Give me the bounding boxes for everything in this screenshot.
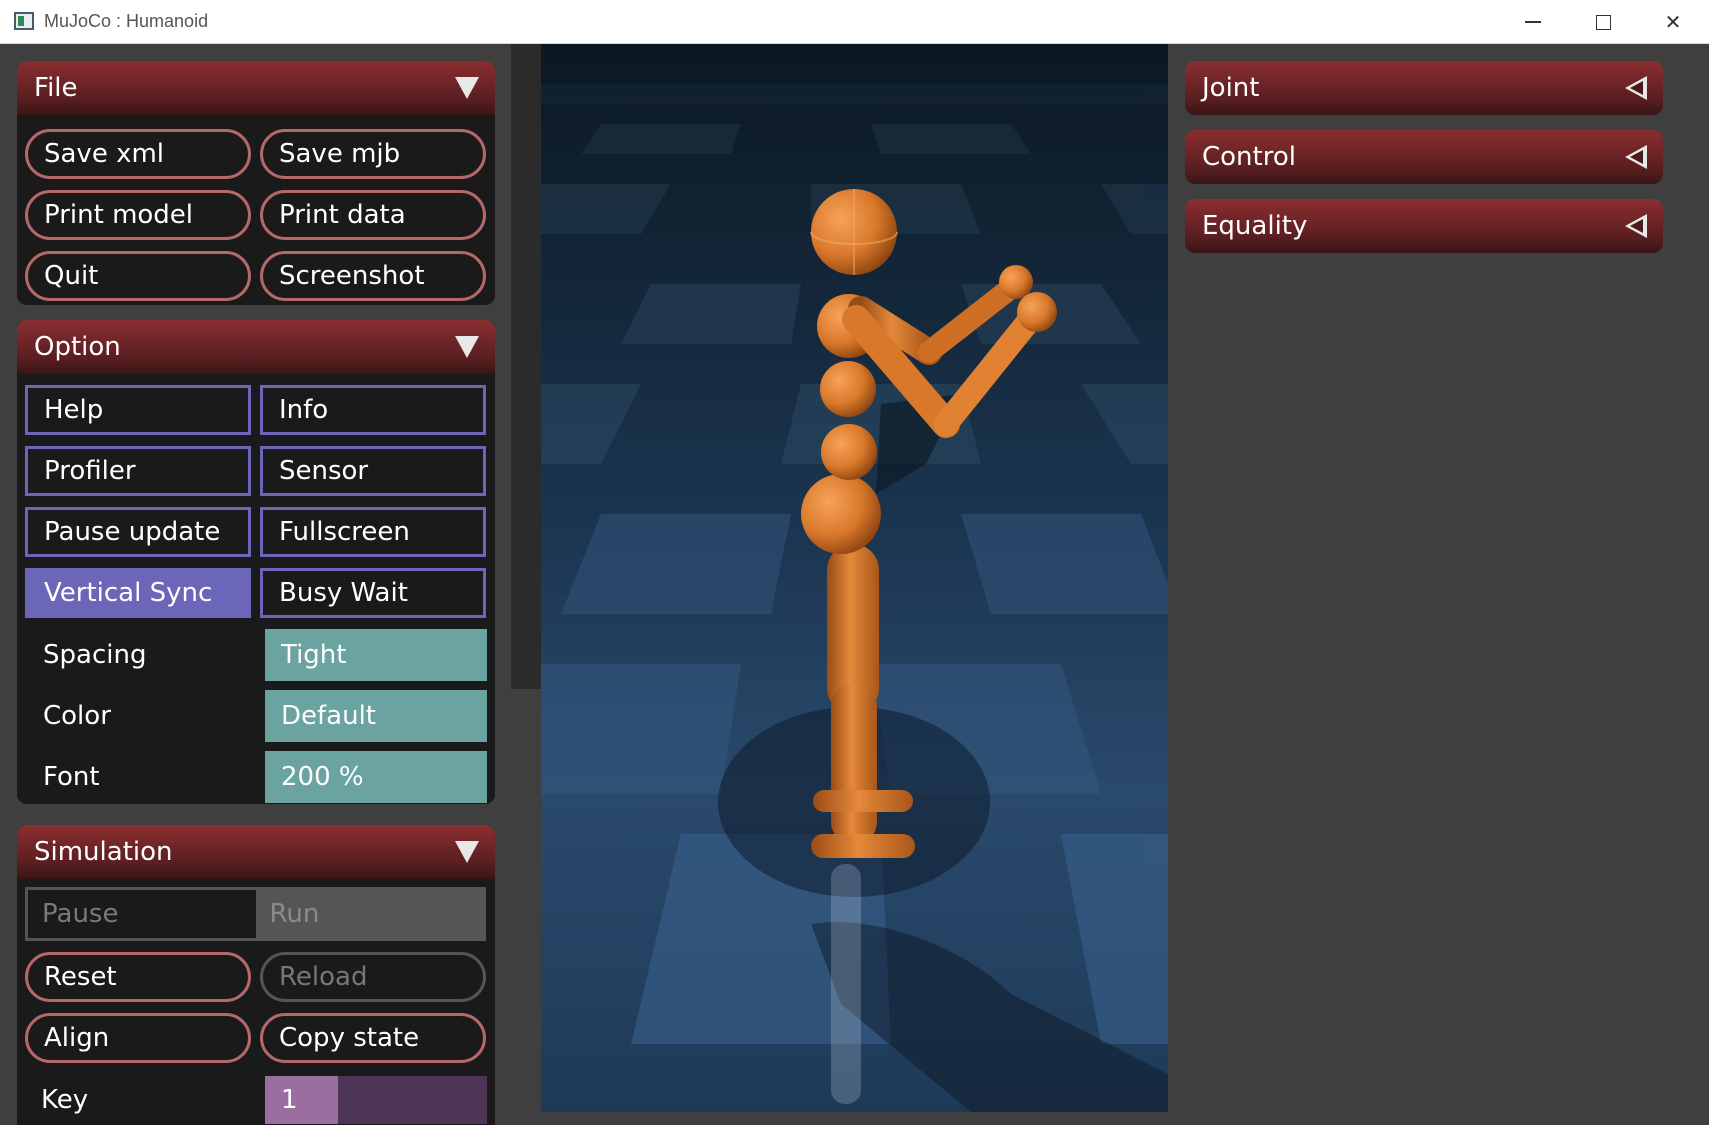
font-label: Font [43, 762, 100, 792]
vertical-sync-toggle[interactable]: Vertical Sync [25, 568, 251, 618]
run-option[interactable]: Run [255, 890, 483, 938]
control-section-header[interactable]: Control [1185, 130, 1663, 184]
left-ui-panel: File Save xml Save mjb Print model Print… [0, 44, 511, 1125]
font-select[interactable]: 200 % [265, 751, 487, 803]
run-mode-radio: Pause Run [25, 887, 486, 941]
close-icon[interactable]: ✕ [1638, 0, 1708, 44]
collapse-down-icon [455, 336, 479, 358]
screenshot-button[interactable]: Screenshot [260, 251, 486, 301]
reload-button[interactable]: Reload [260, 952, 486, 1002]
fullscreen-toggle[interactable]: Fullscreen [260, 507, 486, 557]
expand-left-icon [1625, 214, 1647, 238]
joint-section-title: Joint [1202, 73, 1260, 103]
color-label: Color [43, 701, 111, 731]
help-toggle[interactable]: Help [25, 385, 251, 435]
control-section-title: Control [1202, 142, 1296, 172]
spacing-label: Spacing [43, 640, 147, 670]
spacing-select[interactable]: Tight [265, 629, 487, 681]
option-section: Option Help Info Profiler Sensor Pause u… [17, 320, 495, 804]
key-label: Key [41, 1085, 89, 1115]
info-toggle[interactable]: Info [260, 385, 486, 435]
app-icon [14, 12, 34, 30]
expand-left-icon [1625, 76, 1647, 100]
print-model-button[interactable]: Print model [25, 190, 251, 240]
sensor-toggle[interactable]: Sensor [260, 446, 486, 496]
scene-render [541, 44, 1168, 1112]
key-slider-value: 1 [265, 1076, 338, 1124]
save-xml-button[interactable]: Save xml [25, 129, 251, 179]
file-section-header[interactable]: File [17, 61, 495, 115]
simulation-section-title: Simulation [34, 837, 173, 867]
minimize-icon[interactable] [1498, 0, 1568, 44]
panel-scrollbar[interactable] [511, 44, 541, 689]
collapse-down-icon [455, 841, 479, 863]
expand-left-icon [1625, 145, 1647, 169]
save-mjb-button[interactable]: Save mjb [260, 129, 486, 179]
simulation-section: Simulation Pause Run Reset Reload Align … [17, 825, 495, 1125]
reset-button[interactable]: Reset [25, 952, 251, 1002]
pause-option[interactable]: Pause [28, 890, 256, 938]
color-select[interactable]: Default [265, 690, 487, 742]
key-slider[interactable]: 1 [265, 1076, 487, 1124]
file-section-title: File [34, 73, 78, 103]
title-bar: MuJoCo : Humanoid ✕ [0, 0, 1709, 44]
file-section: File Save xml Save mjb Print model Print… [17, 61, 495, 305]
equality-section-title: Equality [1202, 211, 1308, 241]
busy-wait-toggle[interactable]: Busy Wait [260, 568, 486, 618]
option-section-title: Option [34, 332, 121, 362]
pause-update-toggle[interactable]: Pause update [25, 507, 251, 557]
right-ui-panel: Joint Control Equality [1168, 44, 1709, 1112]
collapse-down-icon [455, 77, 479, 99]
maximize-icon[interactable] [1568, 0, 1638, 44]
joint-section-header[interactable]: Joint [1185, 61, 1663, 115]
profiler-toggle[interactable]: Profiler [25, 446, 251, 496]
simulation-section-header[interactable]: Simulation [17, 825, 495, 879]
option-section-header[interactable]: Option [17, 320, 495, 374]
print-data-button[interactable]: Print data [260, 190, 486, 240]
quit-button[interactable]: Quit [25, 251, 251, 301]
3d-viewport[interactable] [541, 44, 1168, 1112]
align-button[interactable]: Align [25, 1013, 251, 1063]
copy-state-button[interactable]: Copy state [260, 1013, 486, 1063]
equality-section-header[interactable]: Equality [1185, 199, 1663, 253]
window-title: MuJoCo : Humanoid [44, 11, 209, 31]
